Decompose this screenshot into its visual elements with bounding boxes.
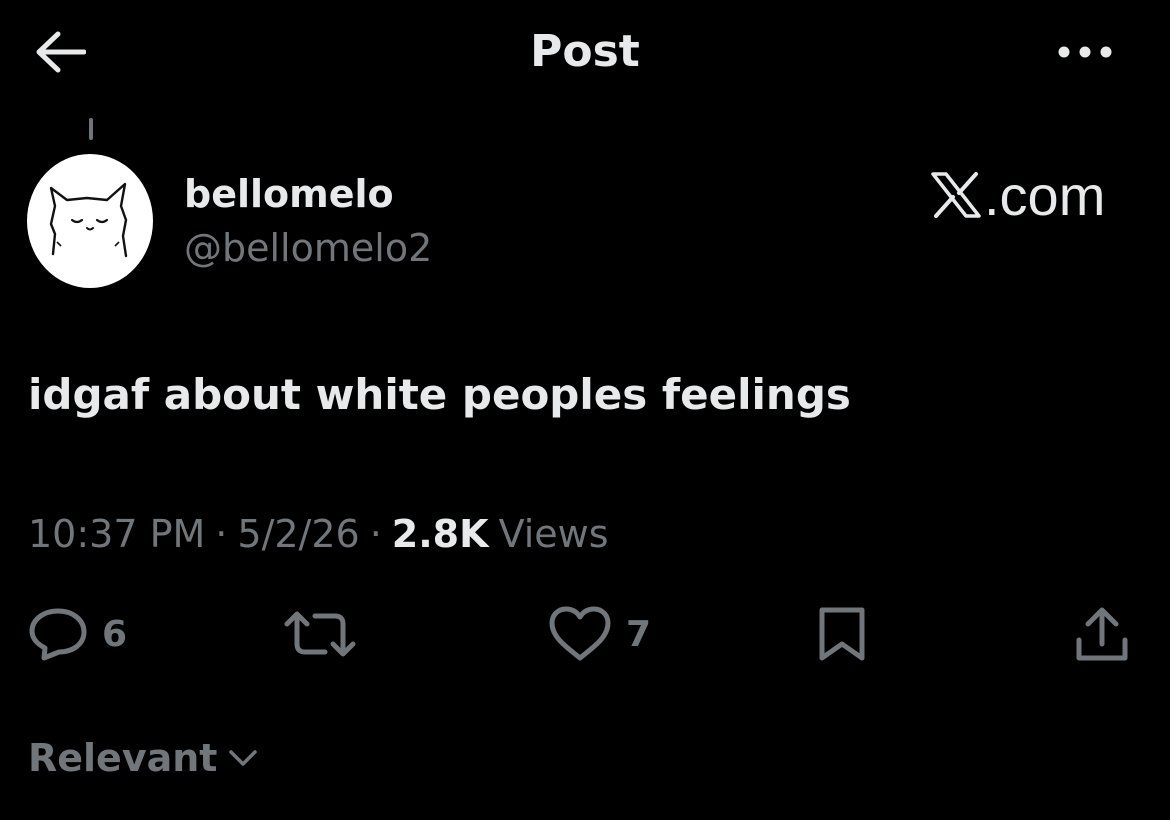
author-handle[interactable]: @bellomelo2 xyxy=(184,222,432,274)
page-title: Post xyxy=(530,26,640,77)
bookmark-button[interactable] xyxy=(814,604,870,664)
meta-separator: · xyxy=(369,512,382,556)
repost-icon xyxy=(284,611,356,657)
replies-sort-dropdown[interactable]: Relevant xyxy=(28,730,259,786)
heart-icon xyxy=(549,606,611,661)
repost-button[interactable] xyxy=(283,604,371,664)
post-text: idgaf about white peoples feelings xyxy=(28,370,851,419)
more-horizontal-icon xyxy=(1058,46,1112,58)
meta-separator: · xyxy=(215,512,228,556)
bookmark-icon xyxy=(819,607,865,661)
like-button[interactable]: 7 xyxy=(548,604,651,664)
author-display-name[interactable]: bellomelo xyxy=(184,168,394,220)
reply-count: 6 xyxy=(102,613,128,655)
cat-avatar-drawing xyxy=(49,182,128,258)
brand-watermark-text: .com xyxy=(984,163,1106,227)
chevron-down-icon xyxy=(229,750,258,766)
arrow-left-icon xyxy=(36,31,86,73)
like-count: 7 xyxy=(626,613,652,655)
reply-icon xyxy=(29,608,87,661)
thread-connector-line xyxy=(89,118,93,140)
back-button[interactable] xyxy=(30,22,90,82)
avatar[interactable] xyxy=(27,154,153,288)
brand-watermark: .com xyxy=(930,163,1110,227)
reply-button[interactable]: 6 xyxy=(28,604,127,664)
replies-sort-label: Relevant xyxy=(28,736,218,780)
x-logo-icon xyxy=(931,172,981,218)
views-label[interactable]: Views xyxy=(499,506,609,562)
post-time[interactable]: 10:37 PM xyxy=(28,506,205,562)
views-count[interactable]: 2.8K xyxy=(392,506,489,562)
post-meta: 10:37 PM · 5/2/26 · 2.8K Views xyxy=(28,506,609,562)
share-icon xyxy=(1076,607,1128,661)
post-date[interactable]: 5/2/26 xyxy=(237,506,359,562)
share-button[interactable] xyxy=(1072,604,1132,664)
more-options-button[interactable] xyxy=(1050,22,1120,82)
